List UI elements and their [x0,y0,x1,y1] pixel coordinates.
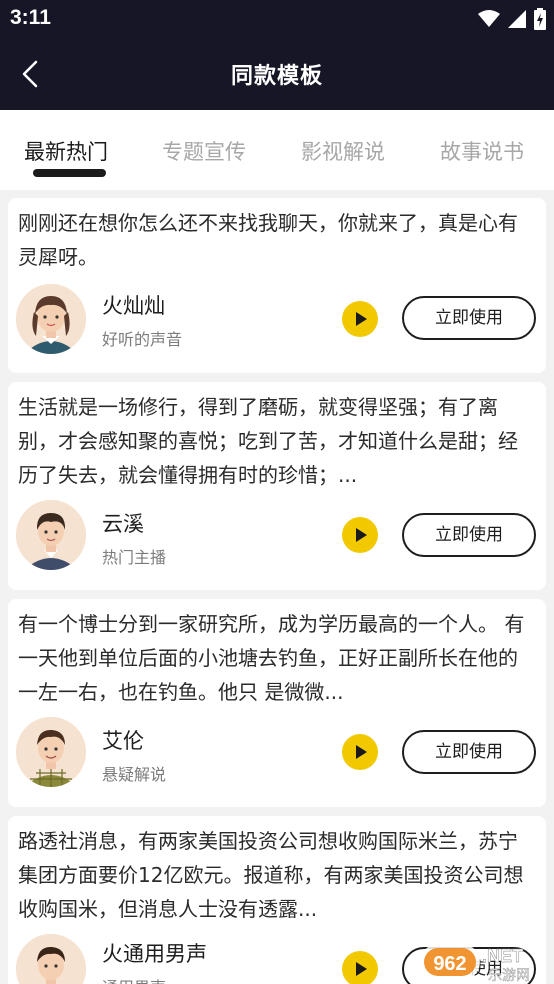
template-text: 有一个博士分到一家研究所，成为学历最高的一个人。 有一天他到单位后面的小池塘去钓… [18,612,525,704]
voice-subtitle: 悬疑解说 [102,765,167,784]
avatar-man-sweater-icon [16,500,86,570]
play-button[interactable] [342,301,378,337]
avatar-girl-icon [16,284,86,354]
template-text: 生活就是一场修行，得到了磨砺，就变得坚强；有了离别，才会感知聚的喜悦；吃到了苦，… [18,395,518,487]
play-icon [356,962,367,976]
status-bar: 3:11 [0,0,554,38]
use-now-button[interactable]: 立即使用 [402,730,536,774]
title-bar: 同款模板 [0,38,554,110]
play-button[interactable] [342,951,378,984]
use-now-button[interactable]: 立即使用 [402,513,536,557]
voice-name: 火灿灿 [102,294,165,318]
play-icon [356,745,367,759]
use-now-button[interactable]: 立即使用 [402,296,536,340]
avatar [16,284,86,354]
play-button[interactable] [342,517,378,553]
watermark-logo-graphic: 962 .NET 乐游网 [420,944,530,984]
template-card: 有一个博士分到一家研究所，成为学历最高的一个人。 有一天他到单位后面的小池塘去钓… [8,599,546,807]
page-title: 同款模板 [230,64,323,89]
voice-subtitle: 通用男声 [102,974,166,984]
svg-text:.NET: .NET [482,946,523,966]
play-icon [356,528,367,542]
status-time: 3:11 [10,6,51,29]
play-icon [356,312,367,326]
voice-subtitle: 热门主播 [102,548,167,567]
watermark-logo: 962 .NET 乐游网 [418,938,552,984]
avatar [16,934,86,984]
play-button[interactable] [342,734,378,770]
tab-latest-hot[interactable]: 最新热门 [24,136,108,166]
svg-text:962: 962 [433,953,466,975]
tab-special-promo[interactable]: 专题宣传 [162,136,246,166]
category-tabs: 最新热门 专题宣传 影视解说 故事说书 [0,110,554,190]
template-card: 生活就是一场修行，得到了磨砺，就变得坚强；有了离别，才会感知聚的喜悦；吃到了苦，… [8,382,546,590]
template-card: 刚刚还在想你怎么还不来找我聊天，你就来了，真是心有灵犀呀。 火灿灿 好听的声音 … [8,198,546,373]
avatar-man-plaid-icon [16,717,86,787]
voice-name: 火通用男声 [102,942,207,966]
signal-icon [508,10,526,28]
tab-storytelling[interactable]: 故事说书 [440,136,524,166]
wifi-icon [478,10,500,27]
tab-film-commentary[interactable]: 影视解说 [301,136,385,166]
template-text: 刚刚还在想你怎么还不来找我聊天，你就来了，真是心有灵犀呀。 [18,211,518,269]
voice-name: 云溪 [102,512,144,536]
svg-text:乐游网: 乐游网 [488,968,530,984]
avatar-man-icon [16,934,86,984]
avatar [16,500,86,570]
voice-name: 艾伦 [102,729,144,753]
avatar [16,717,86,787]
top-app-bar: 3:11 同款模板 [0,0,554,110]
voice-subtitle: 好听的声音 [102,330,183,349]
template-text: 路透社消息，有两家美国投资公司想收购国际米兰，苏宁集团方面要价12亿欧元。报道称… [18,829,524,921]
status-icons [478,8,546,30]
active-tab-indicator [33,169,106,177]
battery-icon [534,8,546,30]
